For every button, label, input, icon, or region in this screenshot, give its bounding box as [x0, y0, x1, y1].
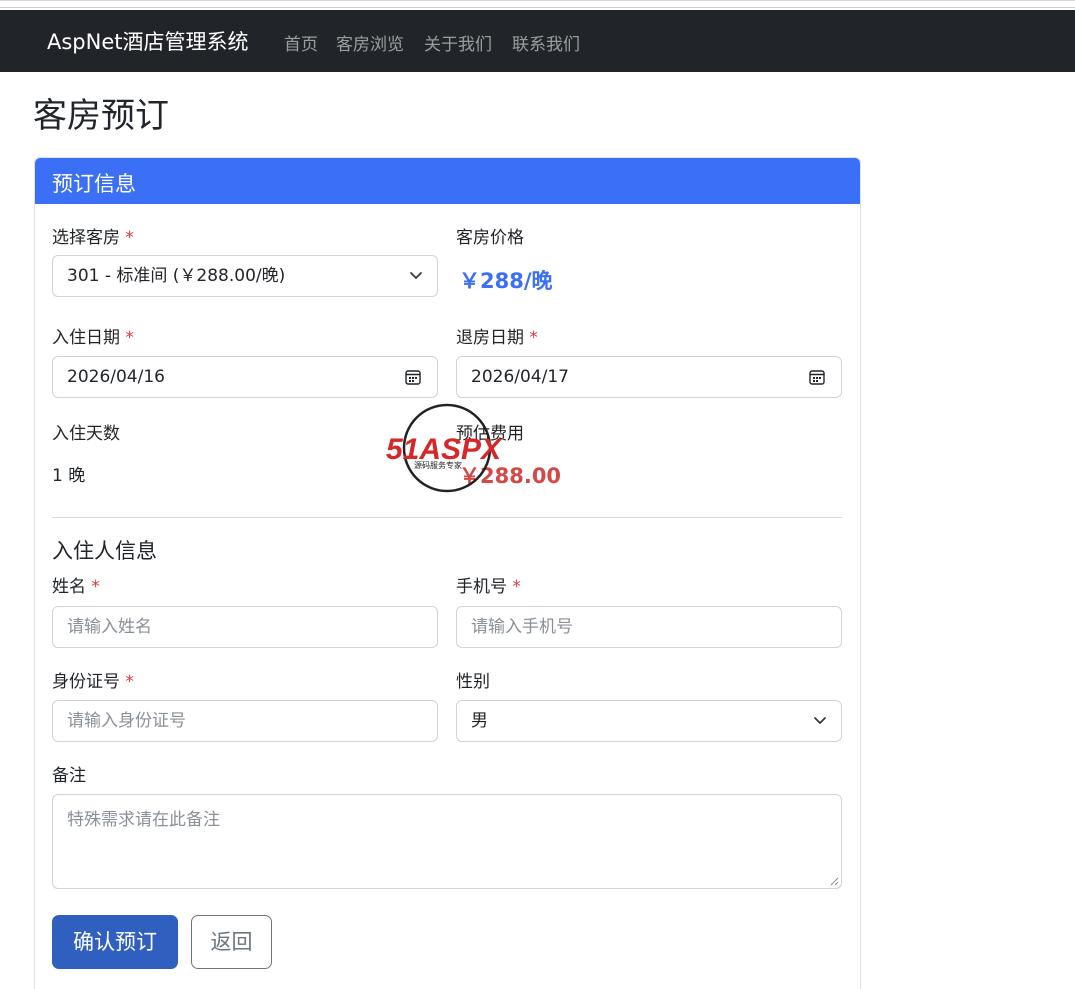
phone-placeholder: 请输入手机号 [471, 617, 573, 637]
nights-value: 1 晚 [52, 466, 86, 486]
calendar-icon[interactable] [405, 369, 421, 385]
gender-value: 男 [471, 711, 488, 731]
watermark-tagline: 源码服务专家 [414, 460, 462, 470]
remark-textarea[interactable]: 特殊需求请在此备注 [52, 794, 842, 889]
checkout-label: 退房日期 * [456, 323, 538, 348]
remark-label: 备注 [52, 766, 86, 786]
card-header-title: 预订信息 [52, 172, 136, 196]
calendar-icon[interactable] [809, 369, 825, 385]
required-mark: * [529, 328, 538, 348]
room-price-value: ￥288/晚 [459, 269, 553, 293]
nav-link-contact[interactable]: 联系我们 [512, 30, 580, 55]
page-title: 客房预订 [33, 96, 169, 136]
chevron-down-icon [410, 272, 422, 279]
section-divider [52, 517, 842, 518]
resize-grip-icon[interactable] [830, 877, 839, 886]
room-select[interactable]: 301 - 标准间 (￥288.00/晚) [52, 255, 438, 297]
phone-label: 手机号 * [456, 572, 521, 597]
id-number-placeholder: 请输入身份证号 [67, 711, 186, 731]
gender-label: 性别 [456, 672, 490, 692]
checkin-date-input[interactable]: 2026/04/16 [52, 356, 438, 398]
gender-select[interactable]: 男 [456, 700, 842, 742]
checkin-date-value: 2026/04/16 [67, 367, 165, 387]
id-number-label-text: 身份证号 [52, 672, 120, 692]
back-button[interactable]: 返回 [191, 915, 272, 969]
room-select-value: 301 - 标准间 (￥288.00/晚) [67, 266, 286, 286]
guest-section-title: 入住人信息 [52, 539, 157, 563]
chevron-down-icon [814, 717, 826, 724]
navbar: AspNet酒店管理系统 首页 客房浏览 关于我们 联系我们 [0, 10, 1075, 72]
confirm-booking-button[interactable]: 确认预订 [52, 915, 178, 969]
room-select-label-text: 选择客房 [52, 228, 120, 248]
checkin-label-text: 入住日期 [52, 328, 120, 348]
required-mark: * [91, 577, 100, 597]
name-label-text: 姓名 [52, 577, 86, 597]
nav-link-rooms[interactable]: 客房浏览 [336, 30, 404, 55]
room-select-label: 选择客房 * [52, 223, 134, 248]
checkout-label-text: 退房日期 [456, 328, 524, 348]
watermark-logo: 51ASPX 源码服务专家 [386, 403, 503, 493]
name-input[interactable]: 请输入姓名 [52, 606, 438, 648]
checkout-date-input[interactable]: 2026/04/17 [456, 356, 842, 398]
card-header: 预订信息 [35, 158, 860, 204]
phone-label-text: 手机号 [456, 577, 507, 597]
room-price-label: 客房价格 [456, 228, 524, 248]
required-mark: * [512, 577, 521, 597]
nav-link-about[interactable]: 关于我们 [424, 30, 492, 55]
nav-link-home[interactable]: 首页 [284, 30, 318, 55]
navbar-brand[interactable]: AspNet酒店管理系统 [47, 26, 249, 56]
name-label: 姓名 * [52, 572, 100, 597]
name-placeholder: 请输入姓名 [67, 617, 152, 637]
id-number-label: 身份证号 * [52, 667, 134, 692]
phone-input[interactable]: 请输入手机号 [456, 606, 842, 648]
required-mark: * [125, 228, 134, 248]
required-mark: * [125, 328, 134, 348]
browser-top-edge [0, 0, 1075, 10]
checkout-date-value: 2026/04/17 [471, 367, 569, 387]
checkin-label: 入住日期 * [52, 323, 134, 348]
required-mark: * [125, 672, 134, 692]
id-number-input[interactable]: 请输入身份证号 [52, 700, 438, 742]
booking-card: 预订信息 选择客房 * 301 - 标准间 (￥288.00/晚) 客房价格 ￥… [34, 157, 861, 989]
remark-placeholder: 特殊需求请在此备注 [67, 810, 220, 830]
nights-label: 入住天数 [52, 424, 120, 444]
